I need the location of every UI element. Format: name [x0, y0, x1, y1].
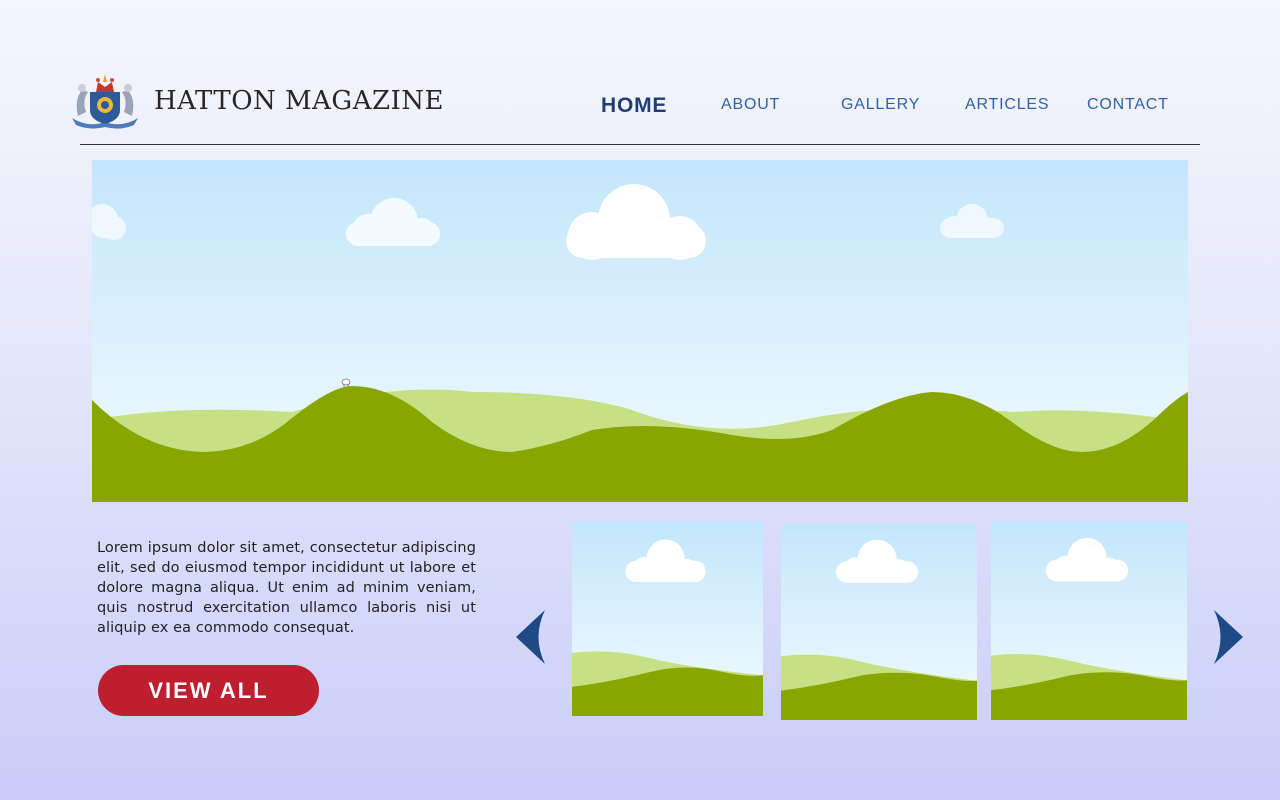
coat-of-arms-icon[interactable] [68, 72, 142, 132]
view-all-button[interactable]: VIEW ALL [98, 665, 319, 716]
nav-item-home[interactable]: HOME [601, 94, 667, 118]
nav-item-articles[interactable]: ARTICLES [965, 96, 1049, 114]
chevron-left-icon[interactable] [516, 610, 546, 664]
chevron-right-icon[interactable] [1213, 610, 1243, 664]
nav-item-gallery[interactable]: GALLERY [841, 96, 920, 114]
nav-item-about[interactable]: ABOUT [721, 96, 780, 114]
header-divider [80, 144, 1200, 145]
gallery-thumbnail[interactable] [991, 522, 1187, 720]
intro-text: Lorem ipsum dolor sit amet, consectetur … [97, 540, 476, 636]
hero-image [92, 160, 1188, 502]
gallery-thumbnail[interactable] [572, 522, 763, 716]
nav-item-contact[interactable]: CONTACT [1087, 96, 1169, 114]
gallery-thumbnail[interactable] [781, 524, 977, 720]
brand-name[interactable]: HATTON MAGAZINE [154, 86, 444, 116]
